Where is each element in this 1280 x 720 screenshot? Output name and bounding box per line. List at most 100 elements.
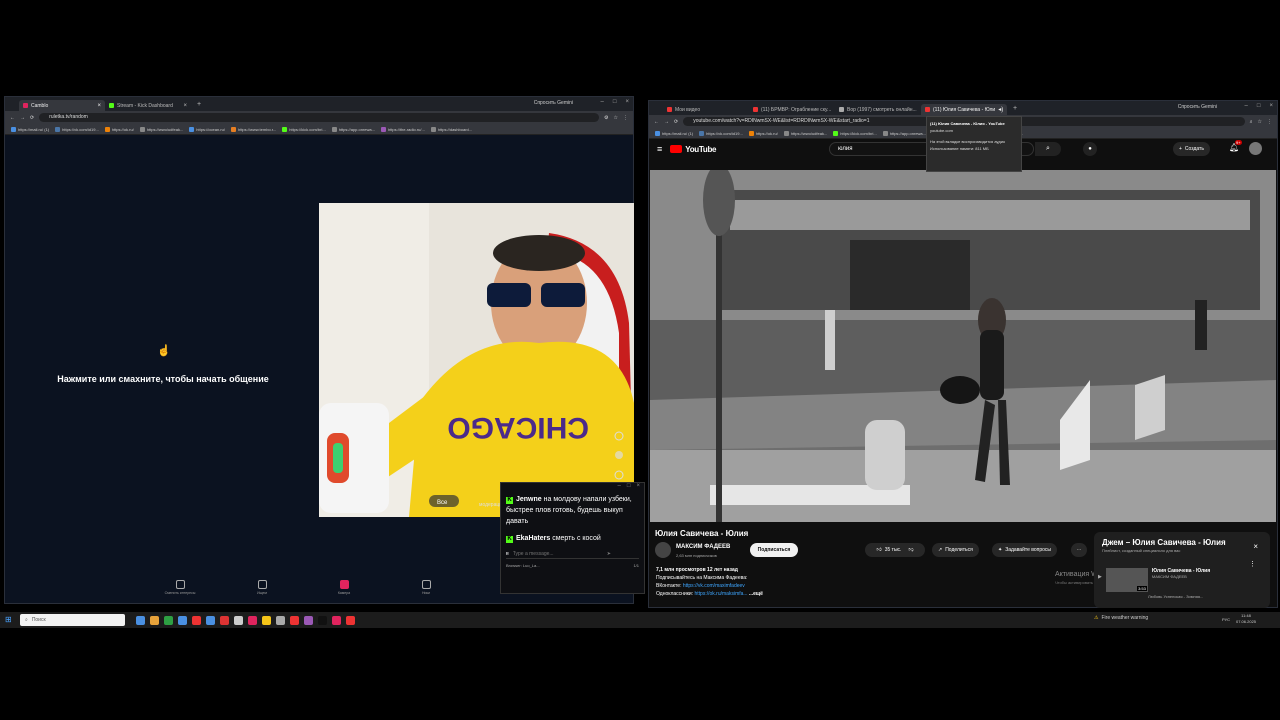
bookmark-item[interactable]: https://ok.ru/ (104, 126, 134, 132)
channel-avatar[interactable] (655, 542, 671, 558)
windows-start-icon[interactable]: ⊞ (5, 615, 12, 624)
bookmark-star-icon[interactable]: ☆ (614, 115, 618, 121)
share-button[interactable]: ↗ Поделиться (932, 543, 979, 557)
reload-icon[interactable]: ⟳ (674, 119, 678, 125)
avatar[interactable] (1249, 142, 1262, 155)
tab-brmvr[interactable]: (11) БРМВР: Ограбление ску... (749, 104, 835, 115)
emote-icon[interactable]: ʀ (506, 551, 509, 557)
taskbar-app-icon[interactable] (346, 615, 355, 625)
nav-camera[interactable]: Камера (324, 580, 364, 595)
zoom-icon[interactable]: ⌕ (1250, 119, 1253, 125)
bookmark-star-icon[interactable]: ☆ (1258, 119, 1262, 125)
nav-search[interactable]: Ищем (242, 580, 282, 595)
close-tab-icon[interactable]: × (183, 103, 187, 109)
reload-icon[interactable]: ⟳ (30, 115, 34, 121)
bookmark-item[interactable]: https://ok.ru/ (748, 130, 778, 136)
thumbs-down-icon[interactable]: 👎︎ (908, 547, 913, 553)
bookmark-item[interactable]: https://wwo/udfeak... (139, 126, 183, 132)
menu-icon[interactable]: ⋮ (1267, 119, 1272, 125)
chat-input[interactable] (512, 550, 603, 557)
taskbar-app-icon[interactable] (136, 615, 145, 625)
ok-link[interactable]: https://ok.ru/maksimfa... (695, 591, 748, 597)
webcam-control-icon[interactable] (615, 451, 623, 459)
minimize-icon[interactable]: – (618, 483, 621, 491)
tab-vor[interactable]: Вор (1997) смотреть онлайн... (835, 104, 921, 115)
clock[interactable]: 11:48 07.06.2025 (1236, 613, 1256, 625)
menu-icon[interactable]: ⋮ (623, 115, 628, 121)
ask-gemini-button[interactable]: Спросить Gemini (534, 100, 573, 106)
ask-questions-button[interactable]: ✦ Задавайте вопросы (992, 543, 1058, 557)
taskbar-app-icon[interactable] (318, 615, 327, 625)
taskbar-app-icon[interactable] (220, 615, 229, 625)
new-tab-icon[interactable]: + (197, 101, 201, 108)
address-bar[interactable]: ruletka.tv/random (39, 113, 600, 122)
more-icon[interactable]: ⋮ (1249, 560, 1256, 568)
taskbar-app-icon[interactable] (178, 615, 187, 625)
taskbar-app-icon[interactable] (192, 615, 201, 625)
bookmark-item[interactable]: https://vk.com/id19... (55, 126, 99, 132)
minimize-icon[interactable]: – (1245, 103, 1248, 109)
create-button[interactable]: + Создать (1173, 142, 1210, 156)
nav-nicks[interactable]: Ники (406, 580, 446, 595)
youtube-logo[interactable]: YouTube (670, 145, 717, 154)
send-icon[interactable]: ➤ (607, 551, 611, 557)
microphone-icon[interactable]: ● (1083, 142, 1097, 156)
more-actions-icon[interactable]: ⋯ (1071, 543, 1087, 557)
maximize-icon[interactable]: □ (627, 483, 631, 491)
taskbar-app-icon[interactable] (276, 615, 285, 625)
maximize-icon[interactable]: □ (613, 99, 617, 105)
audio-icon[interactable]: ◂) (998, 106, 1003, 113)
chat-username[interactable]: Jenwne (516, 496, 542, 503)
taskbar-search[interactable]: ⌕ Поиск (20, 614, 125, 626)
playlist-item[interactable]: ▶ 3:53 Юлия Савичева - Юлия МАКСИМ ФАДЕЕ… (1094, 554, 1270, 592)
subscribe-button[interactable]: Подписаться (750, 543, 798, 557)
bookmark-item[interactable]: https://app.onrewa... (331, 126, 375, 132)
youtube-video-player[interactable] (650, 170, 1276, 522)
bookmark-item[interactable]: https://ocean.ru/ (189, 126, 225, 132)
taskbar-app-icon[interactable] (290, 615, 299, 625)
show-more-link[interactable]: ...ещё (749, 591, 763, 597)
back-icon[interactable]: ← (654, 119, 659, 125)
bookmark-item[interactable]: https://wwo/udfeak... (783, 130, 827, 136)
tab-camblo[interactable]: Camblo × (19, 100, 105, 111)
close-tab-icon[interactable]: × (97, 103, 101, 109)
back-icon[interactable]: ← (10, 115, 15, 121)
close-window-icon[interactable]: × (625, 99, 629, 105)
taskbar-app-icon[interactable] (248, 615, 257, 625)
bookmark-item[interactable]: https://kick.com/bri... (833, 130, 877, 136)
extensions-icon[interactable]: ⚙ (604, 115, 608, 121)
taskbar-app-icon[interactable] (332, 615, 341, 625)
tab-yulia[interactable]: (11) Юлия Савичева - Юли ◂) (921, 104, 1007, 115)
taskbar-app-icon[interactable] (164, 615, 173, 625)
maximize-icon[interactable]: □ (1257, 103, 1261, 109)
close-window-icon[interactable]: × (1269, 103, 1273, 109)
bookmark-item[interactable]: https://kick.com/bri... (282, 126, 326, 132)
taskbar-app-icon[interactable] (304, 615, 313, 625)
minimize-icon[interactable]: – (601, 99, 604, 105)
search-icon[interactable]: ⌕ (1035, 142, 1061, 156)
nav-interests[interactable]: Сменить интересы (160, 580, 200, 595)
bookmark-item[interactable]: https://mail.ru/ (1) (11, 126, 49, 132)
ask-gemini-button[interactable]: Спросить Gemini (1178, 104, 1217, 110)
tab-kick-dashboard[interactable]: Stream - Kick Dashboard × (105, 100, 191, 111)
bookmark-item[interactable]: https://app.onrewa... (882, 130, 926, 136)
taskbar-app-icon[interactable] (206, 615, 215, 625)
close-icon[interactable]: × (636, 483, 640, 491)
close-icon[interactable]: × (1253, 542, 1258, 551)
forward-icon[interactable]: → (20, 115, 25, 121)
forward-icon[interactable]: → (664, 119, 669, 125)
bookmark-item[interactable]: https://mail.ru/ (1) (655, 130, 693, 136)
vk-link[interactable]: https://vk.com/maximfadeev (683, 583, 745, 589)
taskbar-app-icon[interactable] (150, 615, 159, 625)
notifications-icon[interactable]: 🔔︎ 9+ (1229, 140, 1242, 152)
bookmark-item[interactable]: https://www.tembo.r... (230, 126, 276, 132)
new-tab-icon[interactable]: + (1013, 105, 1017, 112)
bookmark-item[interactable]: https://the-radio.ru/... (380, 126, 425, 132)
playlist-next-item[interactable]: Любовь Успенская - Зимняя... (1094, 592, 1270, 601)
taskbar-app-icon[interactable] (262, 615, 271, 625)
bookmark-item[interactable]: https://dashboard... (430, 126, 472, 132)
weather-widget[interactable]: ⚠ Fire weather warning (1094, 615, 1148, 621)
channel-name[interactable]: МАКСИМ ФАДЕЕВ (676, 544, 730, 550)
chat-username[interactable]: EkaHaters (516, 535, 550, 542)
like-button[interactable]: 👍︎ 35 тыс. 👎︎ (865, 543, 925, 557)
